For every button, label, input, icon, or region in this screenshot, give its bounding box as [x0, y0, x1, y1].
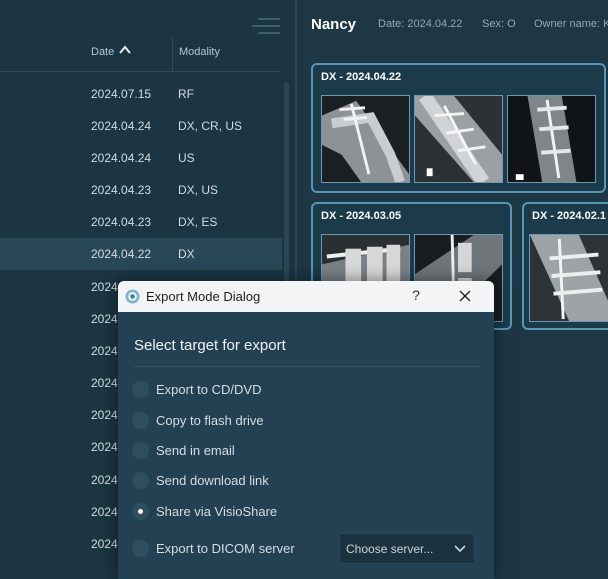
row-date: 2024.04.23 [91, 215, 152, 229]
dialog-titlebar[interactable]: Export Mode Dialog ? [118, 281, 494, 312]
xray-thumbnail[interactable] [507, 95, 596, 183]
table-row[interactable]: 2024.04.24 DX, CR, US [0, 110, 282, 142]
option-export-dicom-server[interactable]: Export to DICOM server [132, 538, 342, 560]
row-date: 2024.04.22 [91, 247, 152, 261]
radio-button[interactable] [132, 381, 149, 398]
column-header-modality-label: Modality [179, 46, 220, 58]
export-mode-dialog: Export Mode Dialog ? Select target for e… [118, 281, 494, 579]
row-date: 2024. [91, 344, 122, 358]
row-date: 2024. [91, 312, 122, 326]
row-date: 2024.04.23 [91, 183, 152, 197]
option-copy-flash-drive[interactable]: Copy to flash drive [132, 410, 342, 432]
row-modality: RF [178, 87, 194, 101]
xray-thumbnail[interactable] [321, 95, 410, 183]
radio-button-checked[interactable] [132, 503, 149, 520]
radio-button[interactable] [132, 412, 149, 429]
row-modality: DX, ES [178, 215, 218, 229]
app-logo-icon [125, 289, 140, 304]
row-date: 2024.04.24 [91, 119, 152, 133]
row-date: 2024.04.24 [91, 151, 152, 165]
row-date: 2024.07.15 [91, 87, 152, 101]
table-row[interactable]: 2024.04.24 US [0, 142, 282, 174]
patient-sex: Sex: O [482, 18, 516, 30]
server-dropdown-value: Choose server... [346, 542, 434, 556]
column-header-date[interactable]: Date [0, 38, 172, 72]
patient-date: Date: 2024.04.22 [378, 18, 463, 30]
row-modality: DX, CR, US [178, 119, 243, 133]
patient-owner: Owner name: K [534, 18, 608, 30]
option-label: Send in email [156, 443, 235, 458]
option-label: Export to DICOM server [156, 541, 295, 556]
list-menu-icon[interactable] [252, 16, 280, 38]
study-title: DX - 2024.03.05 [321, 210, 402, 222]
study-card[interactable]: DX - 2024.04.22 [311, 63, 606, 193]
row-date: 2024. [91, 505, 122, 519]
row-date: 2024. [91, 376, 122, 390]
row-date: 2024. [91, 440, 122, 454]
radio-button[interactable] [132, 472, 149, 489]
close-icon[interactable] [458, 289, 472, 303]
study-title: DX - 2024.02.1 [532, 210, 606, 222]
option-send-email[interactable]: Send in email [132, 440, 342, 462]
dialog-title: Export Mode Dialog [146, 289, 261, 304]
xray-thumbnail[interactable] [414, 95, 503, 183]
option-label: Export to CD/DVD [156, 382, 262, 397]
server-dropdown[interactable]: Choose server... [339, 533, 475, 564]
divider [134, 366, 480, 367]
option-export-cd-dvd[interactable]: Export to CD/DVD [132, 379, 342, 401]
sort-ascending-icon [119, 45, 131, 54]
help-button[interactable]: ? [409, 287, 423, 303]
patient-header: Nancy Date: 2024.04.22 Sex: O Owner name… [297, 0, 608, 50]
chevron-down-icon [454, 545, 466, 553]
column-header-date-label: Date [91, 46, 115, 58]
study-title: DX - 2024.04.22 [321, 71, 402, 83]
row-modality: DX [178, 247, 195, 261]
xray-thumbnail[interactable] [529, 234, 608, 322]
column-header-modality[interactable]: Modality [172, 38, 280, 72]
study-card[interactable]: DX - 2024.02.1 [522, 202, 608, 330]
radio-button[interactable] [132, 442, 149, 459]
table-row[interactable]: 2024.04.23 DX, US [0, 174, 282, 206]
row-modality: DX, US [178, 183, 219, 197]
option-label: Copy to flash drive [156, 413, 264, 428]
dialog-heading: Select target for export [134, 337, 286, 354]
row-date: 2024. [91, 537, 122, 551]
row-modality: US [178, 151, 195, 165]
patient-name: Nancy [311, 16, 357, 33]
row-date: 2024. [91, 473, 122, 487]
table-row-selected[interactable]: 2024.04.22 DX [0, 238, 282, 270]
radio-button[interactable] [132, 540, 149, 557]
row-date: 2024. [91, 280, 122, 294]
table-row[interactable]: 2024.04.23 DX, ES [0, 206, 282, 238]
option-label: Share via VisioShare [156, 504, 278, 519]
option-send-download-link[interactable]: Send download link [132, 470, 342, 492]
row-date: 2024. [91, 408, 122, 422]
table-row[interactable]: 2024.07.15 RF [0, 78, 282, 110]
option-label: Send download link [156, 473, 269, 488]
option-share-visioshare[interactable]: Share via VisioShare [132, 501, 342, 523]
